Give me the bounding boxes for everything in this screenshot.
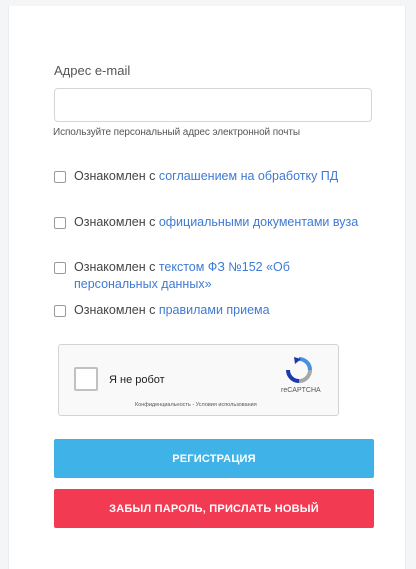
email-label: Адрес e-mail (54, 63, 131, 78)
recaptcha-checkbox[interactable] (74, 367, 98, 391)
agreement-item-rules: Ознакомлен с правилами приема (54, 302, 374, 319)
agreement-item-pd: Ознакомлен с соглашением на обработку ПД (54, 168, 374, 185)
agreement-item-documents: Ознакомлен с официальными документами ву… (54, 214, 374, 231)
agreement-checkbox-law[interactable] (54, 262, 66, 274)
register-button[interactable]: РЕГИСТРАЦИЯ (54, 439, 374, 478)
agreement-link-rules[interactable]: правилами приема (159, 303, 270, 317)
email-hint: Используйте персональный адрес электронн… (53, 127, 300, 138)
agreement-text: Ознакомлен с правилами приема (74, 303, 270, 317)
recaptcha-widget: Я не робот reCAPTCHA Конфиденциальность … (58, 344, 339, 416)
agreement-checkbox-rules[interactable] (54, 305, 66, 317)
agreement-link-documents[interactable]: официальными документами вуза (159, 215, 358, 229)
recaptcha-terms-link[interactable]: Конфиденциальность - Условия использован… (135, 402, 257, 408)
email-field[interactable] (54, 88, 372, 122)
agreement-checkbox-documents[interactable] (54, 217, 66, 229)
forgot-password-button[interactable]: ЗАБЫЛ ПАРОЛЬ, ПРИСЛАТЬ НОВЫЙ (54, 489, 374, 528)
agreement-item-law: Ознакомлен с текстом ФЗ №152 «Об персона… (54, 259, 374, 293)
agreement-text: Ознакомлен с соглашением на обработку ПД (74, 169, 339, 183)
agreement-text: Ознакомлен с официальными документами ву… (74, 215, 359, 229)
agreement-link-pd[interactable]: соглашением на обработку ПД (159, 169, 338, 183)
agreement-checkbox-pd[interactable] (54, 171, 66, 183)
recaptcha-brand: reCAPTCHA (281, 387, 321, 394)
recaptcha-logo-icon (286, 357, 312, 383)
agreement-text: Ознакомлен с текстом ФЗ №152 «Об персона… (74, 260, 290, 291)
recaptcha-label: Я не робот (109, 374, 165, 386)
